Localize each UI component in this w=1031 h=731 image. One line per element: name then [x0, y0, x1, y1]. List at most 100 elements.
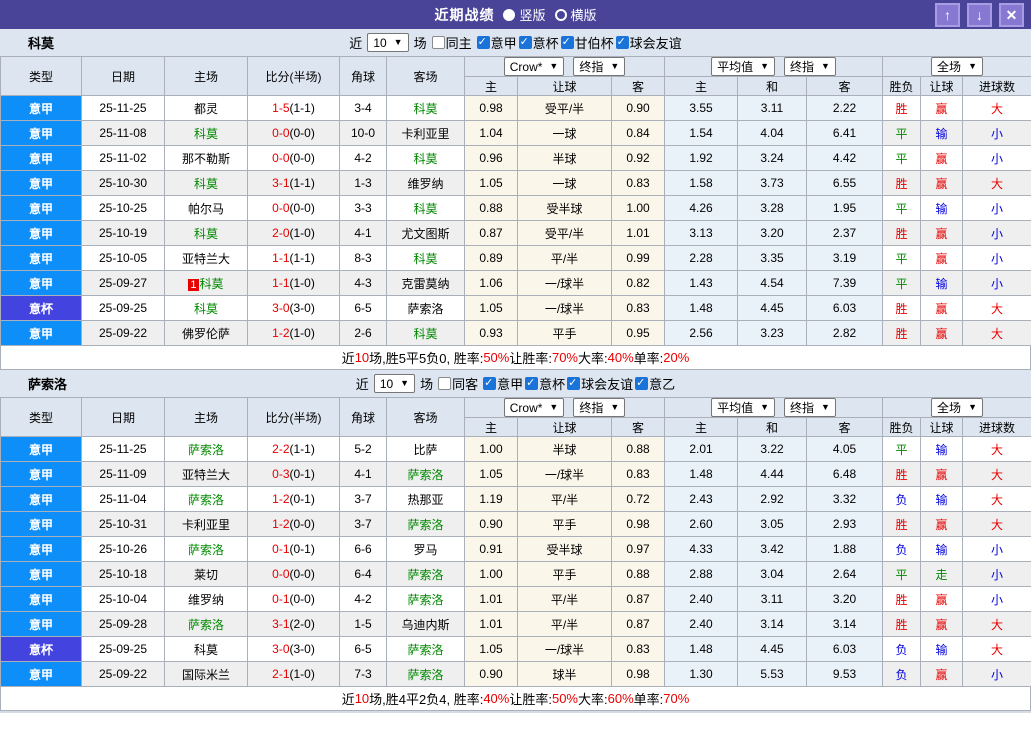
league-filter-label: 意杯: [532, 36, 559, 51]
away-team-cell: 克雷莫纳: [386, 270, 465, 296]
results-table: 类型 日期 主场 比分(半场) 角球 客场 Crow* ▼ 终指 ▼ 平均值 ▼…: [0, 397, 1031, 687]
ah-odds-cell: 1.01: [611, 220, 665, 246]
same-venue-label: 同主: [445, 36, 472, 51]
result-cell: 大: [962, 511, 1031, 537]
date-cell: 25-10-31: [81, 511, 165, 537]
date-cell: 25-10-04: [81, 586, 165, 612]
near-label: 近: [355, 377, 369, 392]
league-filter-checkbox[interactable]: 意甲: [483, 374, 523, 393]
ah-odds-cell: 0.98: [611, 661, 665, 687]
league-cell: 意甲: [0, 145, 82, 171]
league-filter-checkbox[interactable]: 球会友谊: [567, 374, 633, 393]
fulltime-score: 0-0: [272, 567, 290, 581]
eu-odds-cell: 3.55: [664, 95, 738, 121]
league-filter-label: 意杯: [539, 377, 566, 392]
col-corner: 角球: [339, 397, 387, 437]
eu-odds-cell: 3.20: [805, 586, 884, 612]
league-cell: 意甲: [0, 486, 82, 512]
score-cell: 0-1(0-1): [247, 536, 340, 562]
result-cell: 赢: [920, 320, 964, 346]
ah-odds-cell: 平/半: [517, 586, 612, 612]
league-filter-label: 球会友谊: [629, 36, 682, 51]
corner-cell: 2-6: [339, 320, 387, 346]
summary-segment: 让胜率:: [509, 692, 552, 707]
match-count-select[interactable]: 10 ▼: [367, 33, 409, 52]
ah-odds-cell: 0.95: [611, 320, 665, 346]
home-team-name: 佛罗伦萨: [181, 326, 230, 341]
col-away: 客场: [386, 397, 465, 437]
away-team-name: 比萨: [413, 442, 438, 457]
radio-label-text: 竖版: [519, 8, 546, 23]
league-cell: 意甲: [0, 436, 82, 462]
move-up-button[interactable]: ↑: [935, 2, 960, 27]
corner-cell: 7-3: [339, 661, 387, 687]
col-result-ah: 让球: [920, 417, 964, 437]
same-venue-filter[interactable]: 同客: [438, 374, 478, 393]
ah-odds-cell: 1.04: [464, 120, 518, 146]
checkbox-icon: [518, 35, 532, 49]
match-row: 意甲 25-11-02 那不勒斯 0-0(0-0) 4-2 科莫 0.96 半球 0.92 1.9…: [0, 145, 1031, 171]
ah-odds-cell: 0.83: [611, 636, 665, 662]
halftime-score: (3-0): [289, 301, 315, 315]
eu-odds-cell: 2.22: [805, 95, 884, 121]
league-filter-group: 意甲 意杯球会友谊意乙: [483, 374, 675, 393]
result-cell: 负: [882, 486, 922, 512]
layout-radio-horizontal[interactable]: 横版: [554, 5, 597, 24]
result-cell: 赢: [920, 511, 964, 537]
league-filter-checkbox[interactable]: 意甲: [476, 33, 517, 52]
window-title: 近期战绩: [434, 6, 495, 23]
league-cell: 意甲: [0, 661, 82, 687]
scope-select[interactable]: 全场 ▼: [931, 57, 983, 76]
eu-odds-cell: 4.45: [737, 636, 807, 662]
near-label: 近: [349, 36, 363, 51]
home-team-name: 帕尔马: [187, 201, 224, 216]
result-cell: 赢: [920, 245, 964, 271]
checkbox-icon: [560, 35, 574, 49]
final-eu-select[interactable]: 终指 ▼: [784, 57, 836, 76]
average-select[interactable]: 平均值 ▼: [711, 398, 775, 417]
ah-odds-cell: 0.83: [611, 295, 665, 321]
league-filter-checkbox[interactable]: 意乙: [635, 374, 675, 393]
result-cell: 胜: [882, 320, 922, 346]
summary-segment: 大率:: [578, 351, 608, 366]
halftime-score: (0-0): [289, 567, 315, 581]
match-count-select[interactable]: 10 ▼: [373, 374, 416, 393]
league-filter-checkbox[interactable]: 意杯: [518, 33, 559, 52]
ah-odds-cell: 1.00: [464, 436, 518, 462]
close-button[interactable]: ✕: [999, 2, 1024, 27]
score-cell: 1-2(0-1): [247, 486, 340, 512]
average-select[interactable]: 平均值 ▼: [711, 57, 775, 76]
home-team-name: 科莫: [199, 276, 224, 291]
corner-cell: 4-1: [339, 220, 387, 246]
eu-odds-cell: 1.88: [805, 536, 884, 562]
col-type: 类型: [0, 56, 82, 96]
layout-radio-vertical[interactable]: 竖版: [503, 5, 546, 24]
col-eu-away: 客: [805, 76, 884, 96]
same-venue-filter[interactable]: 同主: [431, 33, 472, 52]
final-odds-select[interactable]: 终指 ▼: [573, 398, 626, 417]
ah-odds-cell: 半球: [517, 436, 612, 462]
match-row: 意甲 25-09-22 国际米兰 2-1(1-0) 7-3 萨索洛 0.90 球半 0.98 1.…: [0, 661, 1031, 687]
fulltime-score: 1-2: [272, 492, 290, 506]
ah-odds-cell: 0.99: [611, 245, 665, 271]
ah-odds-cell: 一/球半: [517, 270, 612, 296]
league-filter-checkbox[interactable]: 甘伯杯: [560, 33, 614, 52]
scope-select[interactable]: 全场 ▼: [931, 398, 983, 417]
summary-segment: 50%: [551, 691, 578, 706]
eu-odds-cell: 4.33: [664, 536, 738, 562]
final-odds-select[interactable]: 终指 ▼: [573, 57, 626, 76]
final-eu-select[interactable]: 终指 ▼: [784, 398, 836, 417]
halftime-score: (1-0): [289, 326, 315, 340]
date-cell: 25-11-02: [81, 145, 165, 171]
away-team-name: 萨索洛: [407, 517, 444, 532]
eu-odds-cell: 7.39: [805, 270, 884, 296]
bookmaker-select[interactable]: Crow* ▼: [503, 398, 565, 417]
bookmaker-select[interactable]: Crow* ▼: [503, 57, 565, 76]
col-ah-home: 主: [464, 417, 518, 437]
league-filter-checkbox[interactable]: 球会友谊: [615, 33, 682, 52]
team-name: 科莫: [28, 36, 55, 51]
league-filter-checkbox[interactable]: 意杯: [525, 374, 565, 393]
corner-cell: 8-3: [339, 245, 387, 271]
move-down-button[interactable]: ↓: [967, 2, 992, 27]
away-team-name: 科莫: [413, 101, 438, 116]
